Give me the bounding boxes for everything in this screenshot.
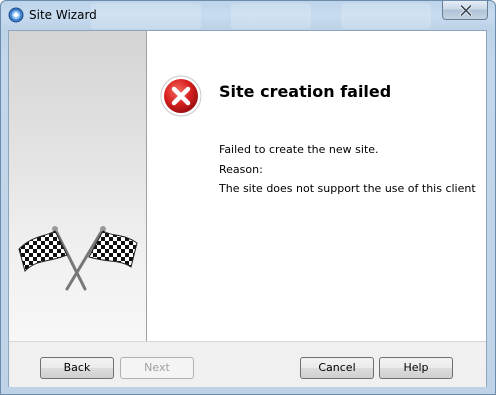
title-bar[interactable]: Site Wizard xyxy=(1,1,495,30)
error-icon xyxy=(160,75,202,121)
help-button[interactable]: Help xyxy=(379,357,453,379)
close-button[interactable] xyxy=(442,1,488,20)
close-icon xyxy=(460,5,472,16)
window-title: Site Wizard xyxy=(29,8,97,22)
next-button[interactable]: Next xyxy=(120,357,194,379)
wizard-side-panel xyxy=(9,31,147,341)
reason-text: The site does not support the use of thi… xyxy=(219,182,476,195)
wizard-app-icon xyxy=(8,7,24,23)
reason-label: Reason: xyxy=(219,163,263,176)
wizard-button-bar: Back Next Cancel Help xyxy=(9,341,486,387)
failure-message: Failed to create the new site. xyxy=(219,143,379,156)
back-button[interactable]: Back xyxy=(40,357,114,379)
site-wizard-window: Site Wizard Site creation failed Failed … xyxy=(0,0,496,395)
checkered-flags-icon xyxy=(17,225,139,297)
wizard-client-area: Site creation failed Failed to create th… xyxy=(8,30,487,387)
wizard-content: Site creation failed Failed to create th… xyxy=(147,31,486,341)
page-title: Site creation failed xyxy=(219,82,392,101)
cancel-button[interactable]: Cancel xyxy=(300,357,374,379)
